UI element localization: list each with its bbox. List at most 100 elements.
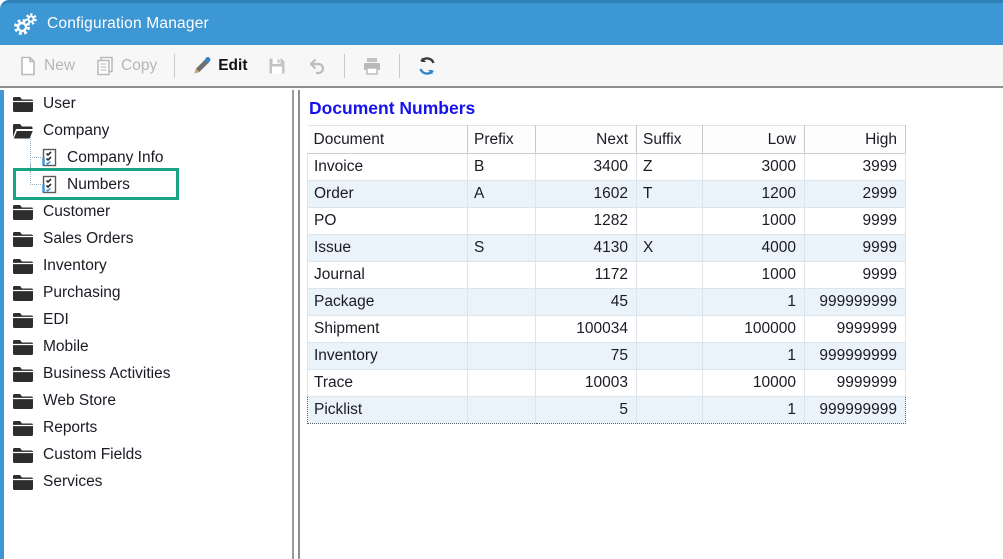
sidebar-item-purchasing[interactable]: Purchasing bbox=[4, 279, 292, 306]
undo-button[interactable] bbox=[299, 52, 335, 80]
cell-prefix[interactable] bbox=[467, 207, 536, 235]
cell-prefix[interactable]: B bbox=[467, 153, 536, 181]
cell-low[interactable]: 3000 bbox=[702, 153, 805, 181]
cell-suffix[interactable] bbox=[636, 261, 703, 289]
sidebar-item-business-activities[interactable]: Business Activities bbox=[4, 360, 292, 387]
cell-next[interactable]: 100034 bbox=[535, 315, 637, 343]
cell-suffix[interactable] bbox=[636, 315, 703, 343]
cell-suffix[interactable] bbox=[636, 396, 703, 424]
cell-high[interactable]: 999999999 bbox=[804, 396, 906, 424]
cell-prefix[interactable] bbox=[467, 315, 536, 343]
column-header-next[interactable]: Next bbox=[535, 125, 637, 154]
cell-next[interactable]: 1172 bbox=[535, 261, 637, 289]
sidebar-item-customer[interactable]: Customer bbox=[4, 198, 292, 225]
table-row-invoice[interactable]: Invoice B 3400 Z 3000 3999 bbox=[307, 153, 906, 181]
cell-next[interactable]: 4130 bbox=[535, 234, 637, 262]
save-button[interactable] bbox=[259, 52, 295, 80]
table-row-inventory[interactable]: Inventory 75 1 999999999 bbox=[307, 342, 906, 370]
column-header-prefix[interactable]: Prefix bbox=[467, 125, 536, 154]
cell-high[interactable]: 999999999 bbox=[804, 342, 906, 370]
cell-high[interactable]: 9999999 bbox=[804, 315, 906, 343]
cell-document[interactable]: Picklist bbox=[307, 396, 468, 424]
cell-next[interactable]: 1602 bbox=[535, 180, 637, 208]
cell-prefix[interactable] bbox=[467, 369, 536, 397]
cell-high[interactable]: 9999 bbox=[804, 261, 906, 289]
cell-suffix[interactable]: T bbox=[636, 180, 703, 208]
cell-document[interactable]: Shipment bbox=[307, 315, 468, 343]
copy-button[interactable]: Copy bbox=[87, 52, 165, 80]
cell-high[interactable]: 3999 bbox=[804, 153, 906, 181]
refresh-button[interactable] bbox=[409, 52, 445, 80]
cell-high[interactable]: 9999 bbox=[804, 234, 906, 262]
sidebar-item-edi[interactable]: EDI bbox=[4, 306, 292, 333]
table-row-trace[interactable]: Trace 10003 10000 9999999 bbox=[307, 369, 906, 397]
cell-document[interactable]: Package bbox=[307, 288, 468, 316]
cell-suffix[interactable]: X bbox=[636, 234, 703, 262]
cell-low[interactable]: 1000 bbox=[702, 207, 805, 235]
cell-document[interactable]: Issue bbox=[307, 234, 468, 262]
column-header-low[interactable]: Low bbox=[702, 125, 805, 154]
sidebar-item-reports[interactable]: Reports bbox=[4, 414, 292, 441]
cell-high[interactable]: 9999999 bbox=[804, 369, 906, 397]
table-row-issue[interactable]: Issue S 4130 X 4000 9999 bbox=[307, 234, 906, 262]
sidebar-item-custom-fields[interactable]: Custom Fields bbox=[4, 441, 292, 468]
table-row-shipment[interactable]: Shipment 100034 100000 9999999 bbox=[307, 315, 906, 343]
table-row-journal[interactable]: Journal 1172 1000 9999 bbox=[307, 261, 906, 289]
sidebar-item-web-store[interactable]: Web Store bbox=[4, 387, 292, 414]
sidebar-item-company[interactable]: Company bbox=[4, 117, 292, 144]
cell-suffix[interactable] bbox=[636, 288, 703, 316]
cell-prefix[interactable] bbox=[467, 342, 536, 370]
cell-document[interactable]: PO bbox=[307, 207, 468, 235]
sidebar-item-inventory[interactable]: Inventory bbox=[4, 252, 292, 279]
cell-document[interactable]: Inventory bbox=[307, 342, 468, 370]
cell-next[interactable]: 5 bbox=[535, 396, 637, 424]
cell-next[interactable]: 45 bbox=[535, 288, 637, 316]
cell-next[interactable]: 3400 bbox=[535, 153, 637, 181]
column-header-document[interactable]: Document bbox=[307, 125, 468, 154]
cell-prefix[interactable] bbox=[467, 288, 536, 316]
panel-divider[interactable] bbox=[292, 90, 300, 559]
table-row-order[interactable]: Order A 1602 T 1200 2999 bbox=[307, 180, 906, 208]
cell-document[interactable]: Order bbox=[307, 180, 468, 208]
sidebar-item-numbers[interactable]: Numbers bbox=[4, 164, 292, 200]
cell-low[interactable]: 1 bbox=[702, 396, 805, 424]
cell-next[interactable]: 75 bbox=[535, 342, 637, 370]
window-titlebar[interactable]: Configuration Manager bbox=[0, 0, 1003, 45]
cell-suffix[interactable] bbox=[636, 342, 703, 370]
new-button[interactable]: New bbox=[10, 52, 83, 80]
cell-prefix[interactable]: A bbox=[467, 180, 536, 208]
cell-prefix[interactable] bbox=[467, 396, 536, 424]
sidebar-item-sales-orders[interactable]: Sales Orders bbox=[4, 225, 292, 252]
table-row-po[interactable]: PO 1282 1000 9999 bbox=[307, 207, 906, 235]
cell-low[interactable]: 1 bbox=[702, 342, 805, 370]
cell-low[interactable]: 100000 bbox=[702, 315, 805, 343]
cell-low[interactable]: 1200 bbox=[702, 180, 805, 208]
cell-low[interactable]: 4000 bbox=[702, 234, 805, 262]
cell-suffix[interactable] bbox=[636, 207, 703, 235]
cell-prefix[interactable] bbox=[467, 261, 536, 289]
cell-document[interactable]: Journal bbox=[307, 261, 468, 289]
cell-prefix[interactable]: S bbox=[467, 234, 536, 262]
table-row-picklist[interactable]: Picklist 5 1 999999999 bbox=[307, 396, 906, 424]
column-header-suffix[interactable]: Suffix bbox=[636, 125, 703, 154]
cell-high[interactable]: 999999999 bbox=[804, 288, 906, 316]
cell-suffix[interactable] bbox=[636, 369, 703, 397]
cell-low[interactable]: 10000 bbox=[702, 369, 805, 397]
cell-next[interactable]: 1282 bbox=[535, 207, 637, 235]
print-button[interactable] bbox=[354, 52, 390, 80]
column-header-high[interactable]: High bbox=[804, 125, 906, 154]
sidebar-item-company-info[interactable]: Company Info bbox=[4, 137, 292, 172]
cell-low[interactable]: 1000 bbox=[702, 261, 805, 289]
cell-low[interactable]: 1 bbox=[702, 288, 805, 316]
sidebar-item-user[interactable]: User bbox=[4, 90, 292, 117]
cell-high[interactable]: 9999 bbox=[804, 207, 906, 235]
cell-high[interactable]: 2999 bbox=[804, 180, 906, 208]
cell-next[interactable]: 10003 bbox=[535, 369, 637, 397]
table-row-package[interactable]: Package 45 1 999999999 bbox=[307, 288, 906, 316]
cell-suffix[interactable]: Z bbox=[636, 153, 703, 181]
sidebar-item-services[interactable]: Services bbox=[4, 468, 292, 495]
cell-document[interactable]: Invoice bbox=[307, 153, 468, 181]
sidebar-item-mobile[interactable]: Mobile bbox=[4, 333, 292, 360]
edit-button[interactable]: Edit bbox=[184, 52, 255, 80]
cell-document[interactable]: Trace bbox=[307, 369, 468, 397]
